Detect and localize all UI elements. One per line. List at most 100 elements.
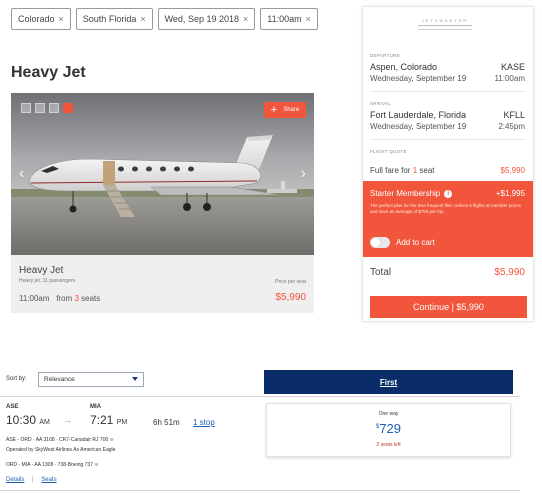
seats-count: 3 (74, 294, 79, 303)
jet-price: $5,990 (275, 292, 306, 303)
jet-departure-time: 11:00am (19, 294, 50, 303)
trip-type: One way (378, 411, 399, 417)
close-icon[interactable]: × (306, 14, 311, 24)
origin-code: ASE (6, 404, 19, 410)
destination-ampm: PM (116, 419, 128, 426)
seats-word: seats (81, 294, 101, 303)
jet-photo: + Share ‹ › (11, 93, 314, 255)
seats-left: 2 seats left (376, 442, 401, 448)
close-icon[interactable]: × (140, 14, 145, 24)
from-text: from (56, 294, 73, 303)
filter-chips: Colorado × South Florida × Wed, Sep 19 2… (11, 8, 318, 30)
wifi-icon: ≋ (94, 462, 99, 468)
arrow-right-icon: → (63, 415, 72, 425)
destination-time: 7:21 (90, 413, 114, 427)
total-price: $5,990 (494, 267, 525, 278)
divider (0, 490, 520, 491)
close-icon[interactable]: × (243, 14, 248, 24)
chevron-down-icon (132, 377, 138, 381)
logo-text: JETSMARTER (421, 18, 469, 23)
sort-label: Sort by: (6, 376, 27, 382)
segment-1-operator: Operated by SkyWest Airlines As American… (6, 447, 116, 453)
currency-symbol: $ (375, 424, 380, 430)
arrival-time: 2:45pm (498, 122, 525, 131)
segment-1-details: ASE - ORD · AA 3168 · CR7-Canadair RJ 70… (6, 437, 109, 443)
sort-value: Relevance (44, 376, 75, 383)
fare-text: Full fare for (370, 166, 411, 175)
segment-2-details: ORD - MIA · AA 1308 · 738-Boeing 737 (6, 462, 93, 468)
origin-time: 10:30 (6, 413, 37, 427)
seats-link[interactable]: Seats (41, 477, 56, 483)
destination-code: MIA (90, 404, 101, 410)
wifi-icon: ≋ (109, 437, 114, 443)
share-button[interactable]: + Share (264, 102, 306, 118)
tab-first-class[interactable]: First (264, 370, 513, 394)
fare-unit: seat (419, 166, 435, 175)
origin-time-block: 10:30 AM (6, 413, 50, 427)
departure-time: 11:00am (494, 74, 525, 83)
segment-2: ORD - MIA · AA 1308 · 738-Boeing 737 ≋ (6, 462, 99, 468)
next-photo-icon[interactable]: › (301, 165, 306, 183)
departure-label: DEPARTURE (370, 53, 401, 58)
fare-price: $5,990 (500, 166, 525, 175)
membership-title: Starter Membership (370, 189, 441, 198)
origin-ampm: AM (39, 419, 50, 426)
fare-seat-count: 1 (412, 166, 418, 175)
page-title: Heavy Jet (11, 64, 86, 81)
add-to-cart-toggle[interactable] (370, 237, 390, 248)
share-label: Share (283, 107, 300, 113)
jet-name: Heavy Jet (19, 265, 64, 276)
price-label: Price per seat (275, 279, 306, 285)
divider (370, 139, 526, 140)
jet-departure-info: 11:00am from 3 seats (19, 294, 100, 303)
arrival-label: ARRIVAL (370, 101, 392, 106)
flight-links: Details | Seats (6, 477, 57, 483)
departure-city: Aspen, Colorado (370, 62, 438, 72)
fare-option[interactable]: One way $729 2 seats left (266, 403, 511, 457)
interior-view-icon[interactable] (35, 103, 45, 113)
flight-duration: 6h 51m (153, 418, 180, 427)
jet-subtitle: Heavy jet, 11 passengers (19, 278, 76, 284)
photo-view-icons (21, 103, 73, 113)
arrival-city: Fort Lauderdale, Florida (370, 110, 467, 120)
close-icon[interactable]: × (59, 14, 64, 24)
plus-icon: + (270, 103, 278, 116)
filter-chip-origin[interactable]: Colorado × (11, 8, 71, 30)
previous-photo-icon[interactable]: ‹ (19, 165, 24, 183)
destination-time-block: 7:21 PM (90, 413, 127, 427)
total-label: Total (370, 267, 392, 278)
membership-title-row: Starter Membership i (370, 189, 453, 198)
filter-chip-label: 11:00am (267, 14, 302, 24)
fare-amount-block: $729 (267, 421, 510, 436)
sort-select[interactable]: Relevance (38, 372, 144, 387)
filter-chip-time[interactable]: 11:00am × (260, 8, 318, 30)
continue-button[interactable]: Continue | $5,990 (370, 296, 527, 318)
membership-description: The perfect plan for the less frequent f… (370, 203, 521, 214)
details-link[interactable]: Details (6, 477, 24, 483)
add-to-cart-label[interactable]: Add to cart (396, 238, 435, 247)
departure-date: Wednesday, September 19 (370, 74, 467, 83)
divider (370, 91, 526, 92)
logo-mark (418, 25, 472, 30)
exterior-view-icon[interactable] (21, 103, 31, 113)
membership-upsell: Starter Membership i +$1,995 The perfect… (363, 181, 533, 257)
filter-chip-destination[interactable]: South Florida × (75, 8, 153, 30)
filter-chip-label: Colorado (18, 14, 55, 24)
jet-card[interactable]: + Share ‹ › Heavy Jet Heavy jet, 11 pass… (11, 93, 314, 313)
gallery-icon[interactable] (63, 103, 73, 113)
fare-amount: 729 (379, 421, 402, 436)
brand-logo: JETSMARTER (413, 18, 477, 32)
link-separator: | (32, 477, 34, 483)
booking-panel: JETSMARTER DEPARTURE Aspen, Colorado KAS… (362, 6, 534, 322)
toggle-knob (371, 238, 380, 247)
filter-chip-label: Wed, Sep 19 2018 (164, 14, 239, 24)
layout-view-icon[interactable] (49, 103, 59, 113)
filter-chip-date[interactable]: Wed, Sep 19 2018 × (157, 8, 256, 30)
segment-1: ASE - ORD · AA 3168 · CR7-Canadair RJ 70… (6, 437, 114, 443)
divider (0, 396, 520, 397)
arrival-date: Wednesday, September 19 (370, 122, 467, 131)
flight-quote-label: FLIGHT QUOTE (370, 149, 407, 154)
membership-price: +$1,995 (495, 189, 525, 198)
info-icon[interactable]: i (444, 189, 453, 198)
stops-link[interactable]: 1 stop (193, 418, 215, 427)
